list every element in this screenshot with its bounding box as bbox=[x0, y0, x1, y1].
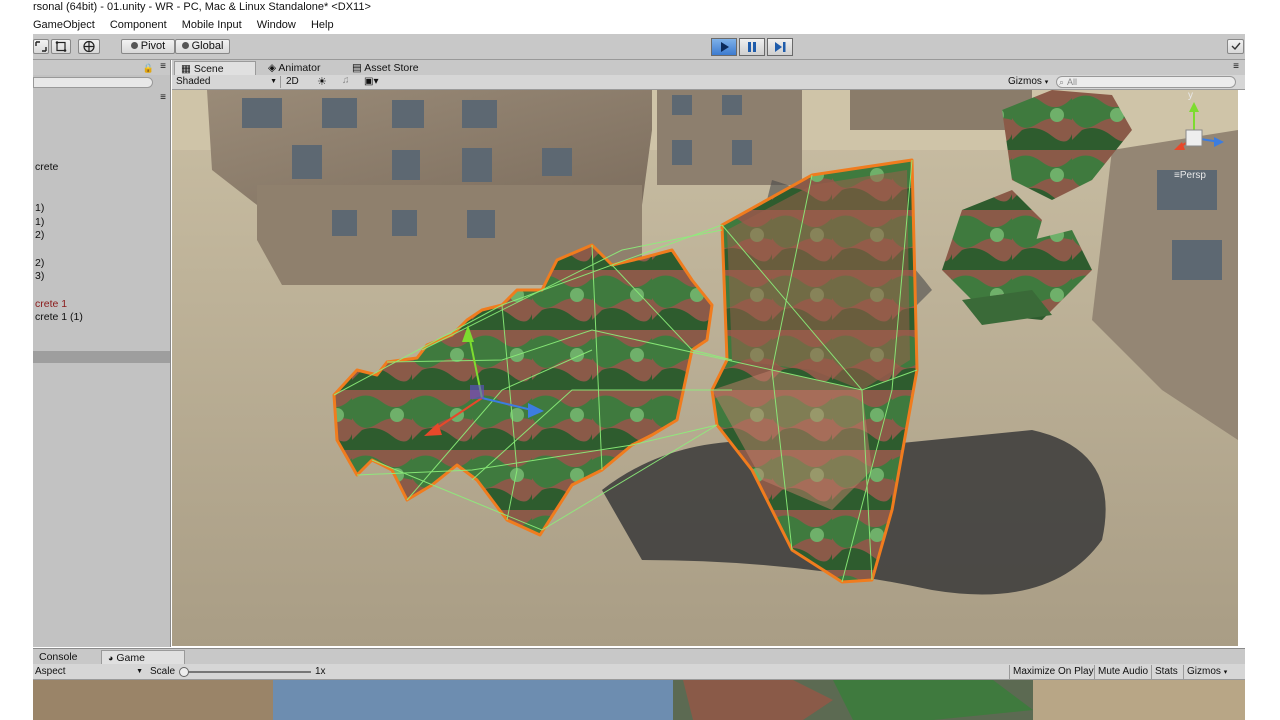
animator-icon: ◈ bbox=[268, 62, 277, 74]
collab-check-icon[interactable] bbox=[1227, 39, 1244, 54]
bottom-tab-strip: Console ◕ Game bbox=[33, 648, 1245, 664]
stats-button[interactable]: Stats bbox=[1151, 665, 1181, 679]
scene-search-input[interactable]: ⌕ All bbox=[1056, 76, 1236, 88]
scale-label: Scale bbox=[150, 666, 176, 677]
rect-tool-icon[interactable] bbox=[51, 39, 71, 54]
gizmos-button[interactable]: Gizmos ▾ bbox=[1183, 665, 1230, 679]
menu-window[interactable]: Window bbox=[257, 19, 296, 31]
hierarchy-selected-row[interactable] bbox=[33, 351, 170, 363]
create-dropdown-icon[interactable]: ≡ bbox=[160, 92, 166, 103]
pause-icon bbox=[748, 42, 751, 52]
grid-icon: ▦ bbox=[181, 63, 191, 75]
hierarchy-header: 🔒 ≡ bbox=[33, 60, 170, 75]
step-button[interactable] bbox=[767, 38, 793, 56]
hierarchy-panel: 🔒 ≡ ≡ crete 1) 1) 2) 2) 3) crete 1 crete… bbox=[33, 60, 171, 647]
hierarchy-item[interactable]: 2) bbox=[35, 229, 44, 241]
dropdown-arrow-icon: ▾ bbox=[1044, 79, 1049, 86]
menu-help[interactable]: Help bbox=[311, 19, 334, 31]
play-icon bbox=[721, 42, 729, 52]
tab-console[interactable]: Console bbox=[33, 650, 84, 664]
scene-viewport[interactable]: y ≡Persp bbox=[172, 90, 1238, 646]
menu-bar: GameObject Component Mobile Input Window… bbox=[0, 16, 1245, 34]
scene-render bbox=[172, 90, 1238, 646]
tab-animator[interactable]: ◈ Animator bbox=[262, 61, 326, 75]
effects-dropdown-icon[interactable]: ▣▾ bbox=[364, 76, 378, 87]
dropdown-arrow-icon: ▼ bbox=[270, 78, 277, 85]
lock-icon[interactable]: 🔒 bbox=[143, 63, 154, 74]
transform-tool-icon[interactable] bbox=[78, 39, 100, 54]
hierarchy-item[interactable]: 2) bbox=[35, 257, 44, 269]
hierarchy-item[interactable]: crete 1 (1) bbox=[35, 311, 83, 323]
pivot-icon bbox=[130, 42, 138, 49]
panel-menu-icon[interactable]: ≡ bbox=[1233, 61, 1239, 72]
aspect-dropdown[interactable]: Aspect ▼ bbox=[35, 665, 145, 678]
scale-tool-icon[interactable] bbox=[33, 39, 49, 54]
dropdown-arrow-icon: ▾ bbox=[1223, 669, 1228, 676]
dropdown-arrow-icon: ▼ bbox=[136, 668, 143, 675]
persp-label[interactable]: ≡Persp bbox=[1174, 170, 1206, 181]
scene-tab-strip: ▦ Scene ◈ Animator ▤ Asset Store ≡ bbox=[172, 60, 1245, 75]
game-viewport[interactable] bbox=[33, 680, 1245, 720]
hierarchy-item[interactable]: crete 1 bbox=[35, 298, 67, 310]
mute-audio-button[interactable]: Mute Audio bbox=[1094, 665, 1151, 679]
hierarchy-item[interactable]: 1) bbox=[35, 202, 44, 214]
search-icon: ⌕ bbox=[1059, 77, 1065, 87]
hierarchy-item[interactable]: 3) bbox=[35, 270, 44, 282]
menu-mobile-input[interactable]: Mobile Input bbox=[182, 19, 242, 31]
scale-slider-handle[interactable] bbox=[179, 667, 189, 677]
audio-toggle-icon[interactable]: ♫ bbox=[342, 75, 350, 86]
globe-icon bbox=[181, 42, 189, 49]
scale-value: 1x bbox=[315, 666, 326, 677]
menu-gameobject[interactable]: GameObject bbox=[33, 19, 95, 31]
game-toolbar: Aspect ▼ Scale 1x Maximize On Play Mute A… bbox=[33, 664, 1245, 680]
lighting-toggle-icon[interactable]: ☀ bbox=[317, 75, 327, 88]
shading-mode-dropdown[interactable]: Shaded ▼ bbox=[176, 76, 281, 88]
window-title: rsonal (64bit) - 01.unity - WR - PC, Mac… bbox=[0, 0, 1245, 16]
step-icon bbox=[775, 42, 782, 52]
hierarchy-search-input[interactable] bbox=[33, 77, 153, 88]
global-button[interactable]: Global bbox=[175, 39, 230, 54]
hierarchy-item[interactable]: crete bbox=[35, 161, 58, 173]
play-button[interactable] bbox=[711, 38, 737, 56]
right-edge bbox=[1245, 0, 1280, 720]
tab-asset-store[interactable]: ▤ Asset Store bbox=[346, 61, 425, 75]
tab-scene[interactable]: ▦ Scene bbox=[174, 61, 256, 75]
axis-y-label: y bbox=[1188, 90, 1193, 101]
global-label: Global bbox=[191, 40, 224, 52]
menu-component[interactable]: Component bbox=[110, 19, 167, 31]
maximize-on-play-button[interactable]: Maximize On Play bbox=[1009, 665, 1097, 679]
store-icon: ▤ bbox=[352, 62, 362, 74]
pause-button[interactable] bbox=[739, 38, 765, 56]
pivot-button[interactable]: Pivot bbox=[121, 39, 175, 54]
2d-toggle[interactable]: 2D bbox=[286, 76, 299, 88]
scene-toolbar: Shaded ▼ 2D ☀ ♫ ▣▾ Gizmos ▾ ⌕ All bbox=[172, 75, 1245, 90]
gizmos-dropdown[interactable]: Gizmos ▾ bbox=[1008, 76, 1048, 89]
tab-game[interactable]: ◕ Game bbox=[101, 650, 185, 664]
scale-slider[interactable] bbox=[179, 667, 311, 677]
main-toolbar: Pivot Global bbox=[33, 34, 1245, 60]
game-render bbox=[33, 680, 1245, 720]
panel-menu-icon[interactable]: ≡ bbox=[160, 61, 166, 72]
game-controller-icon: ◕ bbox=[108, 653, 114, 663]
pivot-label: Pivot bbox=[140, 40, 166, 52]
hierarchy-item[interactable]: 1) bbox=[35, 216, 44, 228]
